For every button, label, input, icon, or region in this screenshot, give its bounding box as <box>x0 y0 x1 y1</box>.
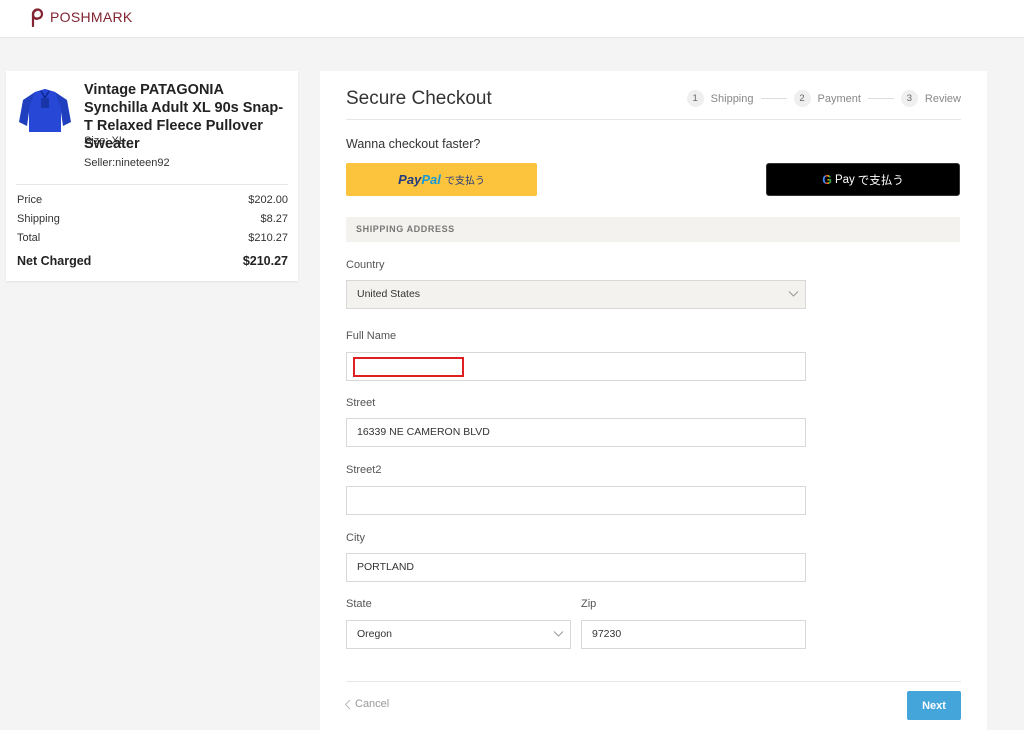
step-shipping: 1 Shipping <box>686 90 754 107</box>
gpay-label: Pay <box>834 173 855 186</box>
seller-name: Seller:nineteen92 <box>84 157 170 169</box>
step-connector <box>867 98 894 99</box>
footer-divider <box>346 681 961 682</box>
shipping-value: $8.27 <box>260 213 288 225</box>
net-charged-label: Net Charged <box>17 254 92 268</box>
poshmark-logo[interactable]: POSHMARK <box>28 7 133 27</box>
google-g-icon: G <box>822 172 832 187</box>
shipping-label: Shipping <box>17 213 60 225</box>
state-label: State <box>346 598 372 610</box>
step-number: 1 <box>686 90 704 107</box>
step-payment: 2 Payment <box>793 90 861 107</box>
street2-field[interactable] <box>346 486 806 515</box>
total-row: Total $210.27 <box>17 232 288 244</box>
state-select[interactable]: Oregon <box>346 620 571 649</box>
checkout-panel: Secure Checkout 1 Shipping 2 Payment 3 R… <box>320 71 987 730</box>
chevron-down-icon <box>553 631 564 637</box>
summary-divider <box>16 184 288 185</box>
street-label: Street <box>346 397 376 409</box>
redaction-box <box>353 357 464 377</box>
country-value: United States <box>357 288 421 300</box>
header-divider <box>346 119 961 120</box>
zip-field[interactable]: 97230 <box>581 620 806 649</box>
page-title: Secure Checkout <box>346 88 492 109</box>
cancel-button[interactable]: Cancel <box>344 698 389 710</box>
next-button[interactable]: Next <box>907 691 961 720</box>
product-thumbnail <box>17 86 73 136</box>
shipping-address-header: SHIPPING ADDRESS <box>346 217 960 242</box>
city-value: PORTLAND <box>357 561 414 573</box>
street-field[interactable]: 16339 NE CAMERON BLVD <box>346 418 806 447</box>
step-label: Shipping <box>710 92 754 105</box>
net-charged-row: Net Charged $210.27 <box>17 254 288 268</box>
step-label: Payment <box>817 92 861 105</box>
country-select[interactable]: United States <box>346 280 806 309</box>
faster-checkout-prompt: Wanna checkout faster? <box>346 137 481 151</box>
total-value: $210.27 <box>248 232 288 244</box>
google-pay-button[interactable]: G Pay で支払う <box>766 163 960 196</box>
total-label: Total <box>17 232 41 244</box>
zip-label: Zip <box>581 598 597 610</box>
step-number: 3 <box>900 90 918 107</box>
poshmark-logo-icon <box>28 7 46 27</box>
price-row: Price $202.00 <box>17 194 288 206</box>
paypal-logo: PayPal <box>398 172 441 187</box>
shipping-row: Shipping $8.27 <box>17 213 288 225</box>
zip-value: 97230 <box>592 628 622 640</box>
step-connector <box>760 98 787 99</box>
net-charged-value: $210.27 <box>242 254 288 268</box>
city-label: City <box>346 532 365 544</box>
top-bar: POSHMARK <box>0 0 1024 38</box>
chevron-down-icon <box>788 291 799 297</box>
step-review: 3 Review <box>900 90 961 107</box>
chevron-left-icon <box>344 699 351 709</box>
full-name-field[interactable] <box>346 352 806 381</box>
street-value: 16339 NE CAMERON BLVD <box>357 426 490 438</box>
city-field[interactable]: PORTLAND <box>346 553 806 582</box>
paypal-suffix: で支払う <box>444 176 485 187</box>
product-size: Size: XL <box>84 135 125 147</box>
step-label: Review <box>924 92 961 105</box>
step-number: 2 <box>793 90 811 107</box>
country-label: Country <box>346 259 385 271</box>
street2-label: Street2 <box>346 464 382 476</box>
price-label: Price <box>17 194 43 206</box>
full-name-label: Full Name <box>346 330 397 342</box>
state-value: Oregon <box>357 628 393 640</box>
checkout-steps: 1 Shipping 2 Payment 3 Review <box>686 90 961 107</box>
gpay-suffix: で支払う <box>857 174 904 187</box>
paypal-button[interactable]: PayPal で支払う <box>346 163 537 196</box>
order-summary-card: Vintage PATAGONIA Synchilla Adult XL 90s… <box>6 71 298 281</box>
poshmark-wordmark: POSHMARK <box>50 9 133 25</box>
cancel-label: Cancel <box>355 698 390 710</box>
price-value: $202.00 <box>248 194 288 206</box>
